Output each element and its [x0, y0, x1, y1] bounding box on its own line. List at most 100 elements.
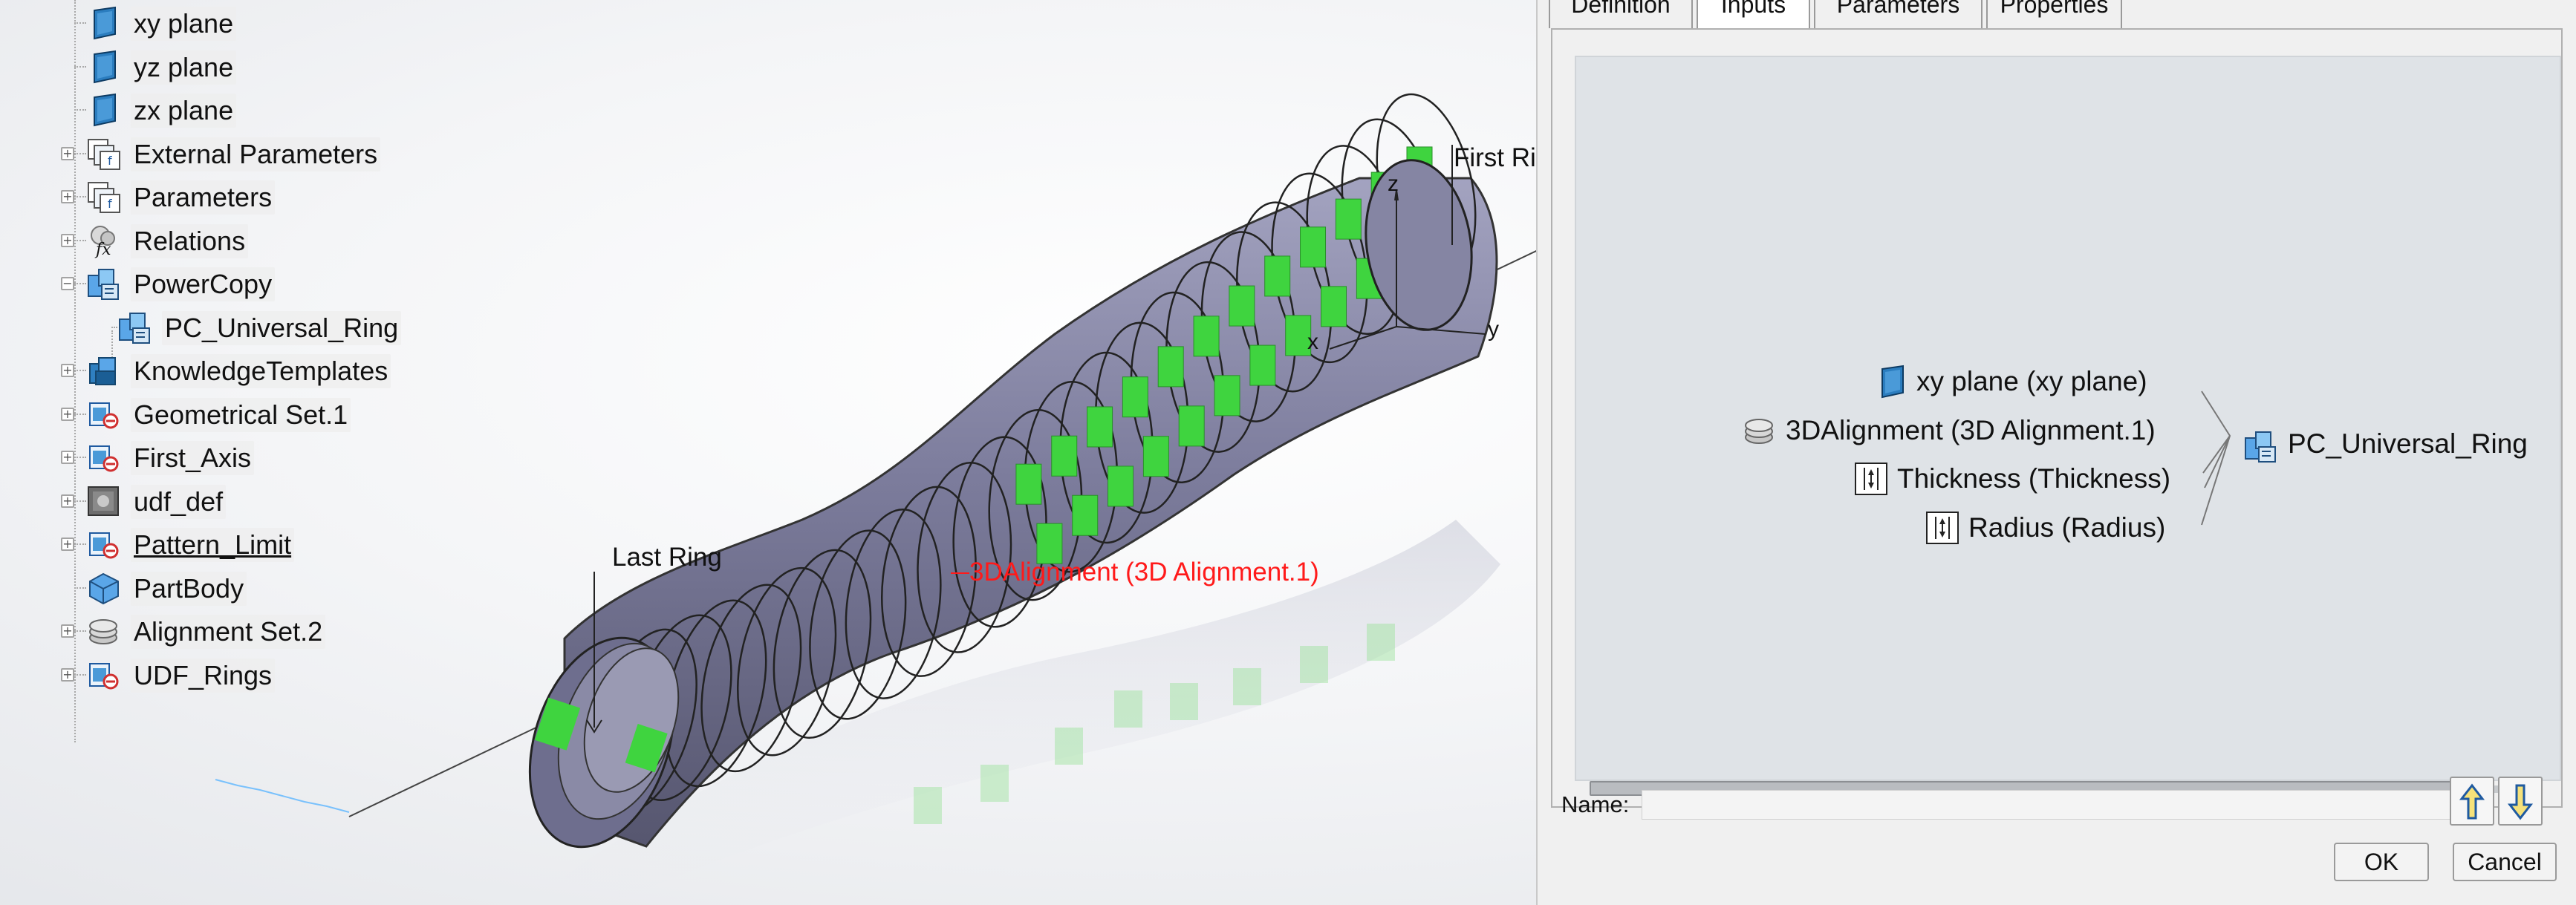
green-band-segment [1193, 316, 1220, 357]
tree-item-partbody[interactable]: PartBody [131, 571, 247, 606]
green-band-segment [1335, 198, 1362, 240]
parameter-length-icon [1853, 460, 1890, 501]
move-up-button[interactable] [2450, 777, 2494, 826]
expand-toggle[interactable]: + [61, 407, 74, 421]
tree-item-knowledgetemplates[interactable]: KnowledgeTemplates [131, 354, 391, 388]
tree-item-pattern-limit[interactable]: Pattern_Limit [131, 528, 295, 562]
tree-connector [74, 543, 86, 545]
green-band-segment [1264, 255, 1291, 297]
tree-item-xy-plane[interactable]: xy plane [131, 7, 237, 41]
input-item[interactable]: xy plane (xy plane) [1916, 366, 2147, 397]
plane-icon[interactable] [85, 4, 123, 42]
green-band-segment [1142, 436, 1169, 477]
tree-connector [74, 239, 86, 241]
powercopy-definition-dialog: Definition Inputs Parameters Properties xy … [1536, 0, 2576, 905]
parameter-length-icon [1924, 509, 1961, 550]
name-field[interactable] [1642, 790, 2453, 820]
tree-connector [74, 152, 86, 154]
tab-parameters[interactable]: Parameters [1814, 0, 1983, 28]
tree-connector [74, 457, 86, 458]
green-band-segment [1300, 226, 1327, 268]
inputs-graph[interactable]: xy plane (xy plane) 3DAlignment (3D Align… [1575, 56, 2561, 781]
plane-icon[interactable] [85, 48, 123, 85]
partbody-icon[interactable] [85, 569, 123, 607]
expand-toggle[interactable]: + [61, 494, 74, 508]
tree-connector [74, 673, 86, 676]
green-band-segment [1249, 344, 1276, 386]
tree-item-geometrical-set-1[interactable]: Geometrical Set.1 [131, 397, 351, 432]
tree-connector [74, 65, 86, 68]
collapse-toggle[interactable]: − [61, 277, 74, 290]
svg-text:f: f [108, 197, 112, 211]
tree-connector [74, 413, 86, 415]
tab-inputs[interactable]: Inputs [1697, 0, 1810, 31]
inputs-tab-panel: xy plane (xy plane) 3DAlignment (3D Align… [1551, 28, 2563, 808]
green-band-segment [1072, 494, 1099, 536]
geometrical-set-icon[interactable] [85, 656, 123, 693]
green-band-segment [1108, 465, 1134, 507]
name-label: Name: [1561, 791, 1630, 817]
input-item[interactable]: Radius (Radius) [1968, 512, 2165, 543]
expand-toggle[interactable]: + [61, 233, 74, 247]
first-ring-label: First Ri [1454, 143, 1536, 172]
expand-toggle[interactable]: + [61, 451, 74, 464]
last-ring-label: Last Ring [612, 543, 722, 572]
knowledge-templates-icon[interactable] [85, 352, 123, 389]
tree-item-zx-plane[interactable]: zx plane [131, 94, 237, 128]
alignment-set-icon [1741, 412, 1778, 453]
cancel-button[interactable]: Cancel [2453, 843, 2557, 881]
expand-toggle[interactable]: + [61, 146, 74, 160]
tree-item-udf-def[interactable]: udf_def [131, 484, 227, 519]
tree-connector [74, 370, 86, 371]
parameters-icon[interactable]: f [85, 178, 123, 215]
tree-connector [74, 283, 86, 284]
tree-connector [74, 22, 86, 24]
geometrical-set-icon[interactable] [85, 526, 123, 563]
arrow-up-icon [2459, 783, 2485, 820]
input-item[interactable]: 3DAlignment (3D Alignment.1) [1786, 415, 2156, 446]
tree-item-pc-universal-ring[interactable]: PC_Universal_Ring [162, 310, 402, 345]
target-powercopy-label[interactable]: PC_Universal_Ring [2288, 428, 2528, 460]
alignment-set-icon[interactable] [85, 612, 123, 650]
udf-icon[interactable] [85, 483, 123, 520]
move-down-button[interactable] [2498, 777, 2543, 826]
expand-toggle[interactable]: + [61, 624, 74, 638]
tab-definition[interactable]: Definition [1549, 0, 1693, 28]
tree-item-yz-plane[interactable]: yz plane [131, 50, 237, 85]
input-item[interactable]: Thickness (Thickness) [1897, 463, 2170, 494]
tree-item-alignment-set-2[interactable]: Alignment Set.2 [131, 615, 326, 649]
tree-connector [74, 500, 86, 502]
relations-icon[interactable]: fx [85, 222, 123, 259]
green-band-segment [1229, 285, 1255, 327]
tree-item-parameters[interactable]: Parameters [131, 180, 276, 215]
tree-item-relations[interactable]: Relations [131, 223, 249, 258]
green-band-segment [1178, 405, 1205, 447]
green-band-segment [1015, 463, 1042, 505]
geometrical-set-icon[interactable] [85, 396, 123, 433]
expand-toggle[interactable]: + [61, 364, 74, 377]
alignment-label[interactable]: 3DAlignment (3D Alignment.1) [969, 558, 1319, 587]
green-band-segment [1122, 376, 1148, 418]
tree-connector [74, 109, 86, 111]
expand-toggle[interactable]: + [61, 538, 74, 551]
parameters-icon[interactable]: f [85, 135, 123, 172]
powercopy-icon[interactable] [117, 309, 154, 346]
expand-toggle[interactable]: + [61, 667, 74, 682]
tree-connector [74, 587, 86, 589]
tab-properties[interactable]: Properties [1986, 0, 2122, 28]
expand-toggle[interactable]: + [61, 190, 74, 203]
tree-item-first-axis[interactable]: First_Axis [131, 441, 255, 475]
tree-item-udf-rings[interactable]: UDF_Rings [131, 658, 276, 693]
powercopy-icon[interactable] [85, 265, 123, 302]
axis-y-label: y [1488, 317, 1499, 342]
geometrical-set-icon[interactable] [85, 439, 123, 476]
tree-connector [74, 196, 86, 197]
tree-item-powercopy[interactable]: PowerCopy [131, 267, 276, 301]
green-band-segment [1157, 346, 1184, 388]
plane-icon[interactable] [85, 91, 123, 128]
tree-item-external-parameters[interactable]: External Parameters [131, 137, 381, 171]
tree-connector [74, 630, 86, 632]
ok-button[interactable]: OK [2334, 843, 2429, 881]
plane-icon [1873, 363, 1910, 404]
svg-text:f: f [108, 154, 112, 168]
